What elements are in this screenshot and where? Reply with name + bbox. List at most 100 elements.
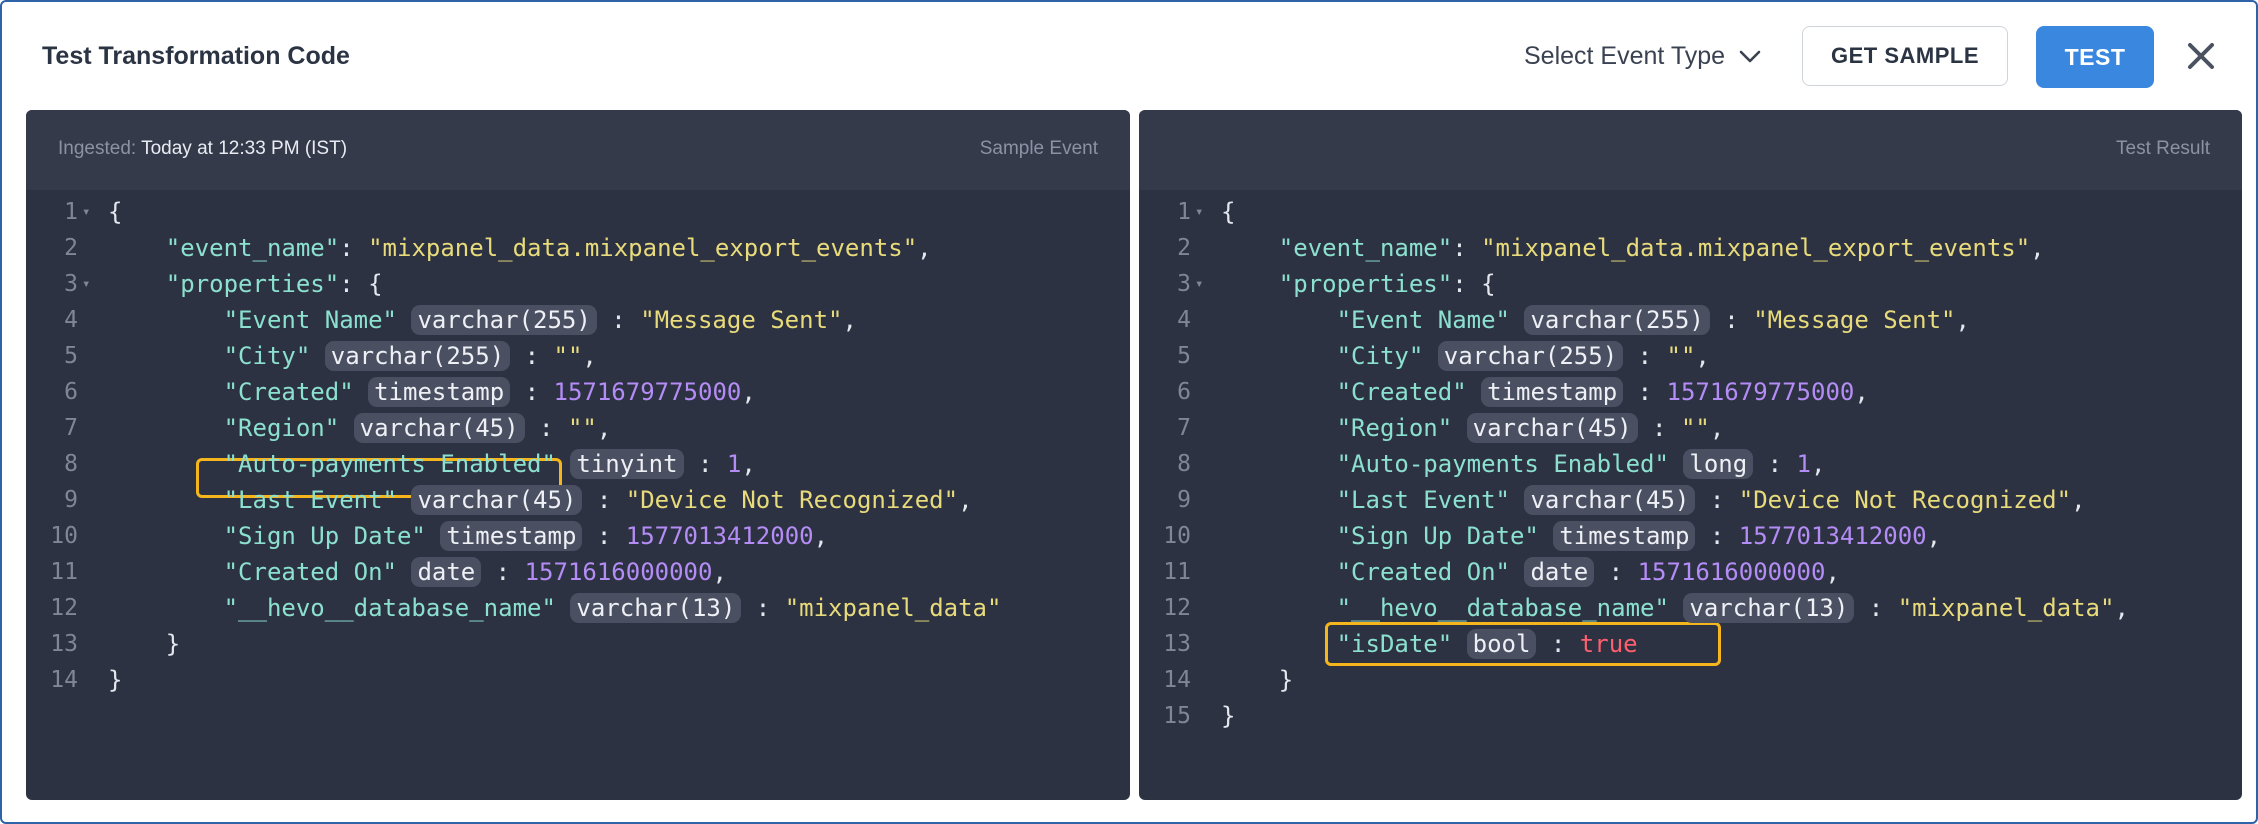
code-line: 6 "Created" timestamp : 1571679775000, — [26, 374, 1130, 410]
code-token: true — [1579, 630, 1638, 658]
code-token: "properties" — [165, 270, 340, 298]
line-number: 1 — [1177, 199, 1191, 225]
line-number: 2 — [64, 235, 78, 261]
code-token: : — [481, 558, 525, 586]
line-number: 6 — [64, 379, 78, 405]
code-token: "mixpanel_data.mixpanel_export_events" — [1481, 234, 2031, 262]
code-text: "Last Event" varchar(45) : "Device Not R… — [108, 482, 973, 518]
code-line: 3 ▾ "properties": { — [26, 266, 1130, 302]
code-token: "Message Sent" — [1753, 306, 1956, 334]
code-token: "City" — [223, 342, 311, 370]
ingested-info: Ingested: Today at 12:33 PM (IST) — [58, 138, 347, 160]
code-token: : — [339, 234, 369, 262]
fold-caret-icon[interactable]: ▾ — [82, 194, 90, 230]
code-token: "" — [1680, 414, 1710, 442]
code-text: "Event Name" varchar(255) : "Message Sen… — [1221, 302, 1970, 338]
sample-event-label: Sample Event — [979, 138, 1098, 159]
fold-caret-icon[interactable]: ▾ — [1195, 194, 1203, 230]
code-token: "Device Not Recognized" — [1738, 486, 2072, 514]
sample-event-code-editor[interactable]: 1 ▾{2 "event_name": "mixpanel_data.mixpan… — [26, 190, 1130, 800]
test-button[interactable]: TEST — [2036, 26, 2154, 88]
code-line: 8 "Auto-payments Enabled" long : 1, — [1139, 446, 2242, 482]
code-token: "Region" — [223, 414, 340, 442]
code-line: 7 "Region" varchar(45) : "", — [26, 410, 1130, 446]
type-badge: varchar(45) — [1524, 485, 1696, 515]
code-token: } — [1278, 666, 1294, 694]
code-token: 1 — [726, 450, 742, 478]
code-token: : — [1623, 342, 1667, 370]
code-line: 11 "Created On" date : 1571616000000, — [26, 554, 1130, 590]
code-token: "Created On" — [1336, 558, 1510, 586]
code-token: : — [1695, 522, 1739, 550]
code-text: "__hevo__database_name" varchar(13) : "m… — [1221, 590, 2129, 626]
code-line: 9 "Last Event" varchar(45) : "Device Not… — [1139, 482, 2242, 518]
line-number: 3 — [64, 271, 78, 297]
code-text: "Last Event" varchar(45) : "Device Not R… — [1221, 482, 2086, 518]
code-line: 14} — [26, 662, 1130, 698]
code-text: } — [108, 662, 122, 698]
test-result-label: Test Result — [2116, 138, 2210, 159]
code-token: : { — [1452, 270, 1496, 298]
code-line: 10 "Sign Up Date" timestamp : 1577013412… — [26, 518, 1130, 554]
code-token: "Sign Up Date" — [223, 522, 426, 550]
code-token: , — [1695, 342, 1710, 370]
type-badge: varchar(255) — [1524, 305, 1710, 335]
code-token: : — [1709, 306, 1754, 334]
type-badge: bool — [1466, 629, 1537, 659]
line-number: 8 — [1177, 451, 1191, 477]
close-icon[interactable] — [2185, 40, 2217, 72]
select-event-type-dropdown[interactable]: Select Event Type — [1524, 42, 1761, 71]
code-token: 1571616000000 — [524, 558, 713, 586]
type-badge: varchar(255) — [1437, 341, 1624, 371]
code-token: , — [842, 306, 857, 334]
code-token: { — [108, 198, 123, 226]
line-number: 10 — [50, 523, 78, 549]
code-line: 5 "City" varchar(255) : "", — [26, 338, 1130, 374]
code-line: 1 ▾ { — [26, 194, 1130, 230]
code-token: , — [741, 450, 756, 478]
chevron-down-icon — [1739, 50, 1761, 62]
line-number: 13 — [50, 631, 78, 657]
code-text: "properties": { — [108, 266, 383, 302]
line-number: 14 — [1163, 667, 1191, 693]
code-text: "Created On" date : 1571616000000, — [108, 554, 727, 590]
code-token: : — [596, 306, 641, 334]
line-number: 1 — [64, 199, 78, 225]
fold-caret-icon[interactable]: ▾ — [82, 266, 90, 302]
ingested-value: Today at 12:33 PM (IST) — [141, 138, 348, 159]
code-token: : — [1594, 558, 1638, 586]
code-token: "Event Name" — [223, 306, 397, 334]
line-number: 11 — [1163, 559, 1191, 585]
line-number: 9 — [64, 487, 78, 513]
code-text: "Auto-payments Enabled" tinyint : 1, — [108, 446, 756, 482]
code-token: 1571679775000 — [1666, 378, 1855, 406]
code-token: , — [958, 486, 973, 514]
type-badge: varchar(13) — [1683, 593, 1855, 623]
code-token: "event_name" — [1278, 234, 1453, 262]
type-badge: varchar(45) — [1466, 413, 1638, 443]
sample-event-panel-header: Ingested: Today at 12:33 PM (IST) Sample… — [26, 110, 1130, 190]
get-sample-button[interactable]: GET SAMPLE — [1802, 26, 2008, 86]
code-line: 13 "isDate" bool : true — [1139, 626, 2242, 662]
test-result-code-editor[interactable]: 1 ▾{2 "event_name": "mixpanel_data.mixpan… — [1139, 190, 2242, 800]
fold-caret-icon[interactable]: ▾ — [1195, 266, 1203, 302]
code-text: "Auto-payments Enabled" long : 1, — [1221, 446, 1825, 482]
sample-event-panel: Ingested: Today at 12:33 PM (IST) Sample… — [26, 110, 1130, 800]
code-token: 1571616000000 — [1637, 558, 1826, 586]
code-text: "Created" timestamp : 1571679775000, — [108, 374, 756, 410]
type-badge: tinyint — [570, 449, 684, 479]
type-badge: varchar(255) — [324, 341, 511, 371]
ingested-label: Ingested: — [58, 138, 137, 159]
code-token: "mixpanel_data" — [784, 594, 1002, 622]
code-line: 2 "event_name": "mixpanel_data.mixpanel_… — [1139, 230, 2242, 266]
code-text: "Event Name" varchar(255) : "Message Sen… — [108, 302, 857, 338]
